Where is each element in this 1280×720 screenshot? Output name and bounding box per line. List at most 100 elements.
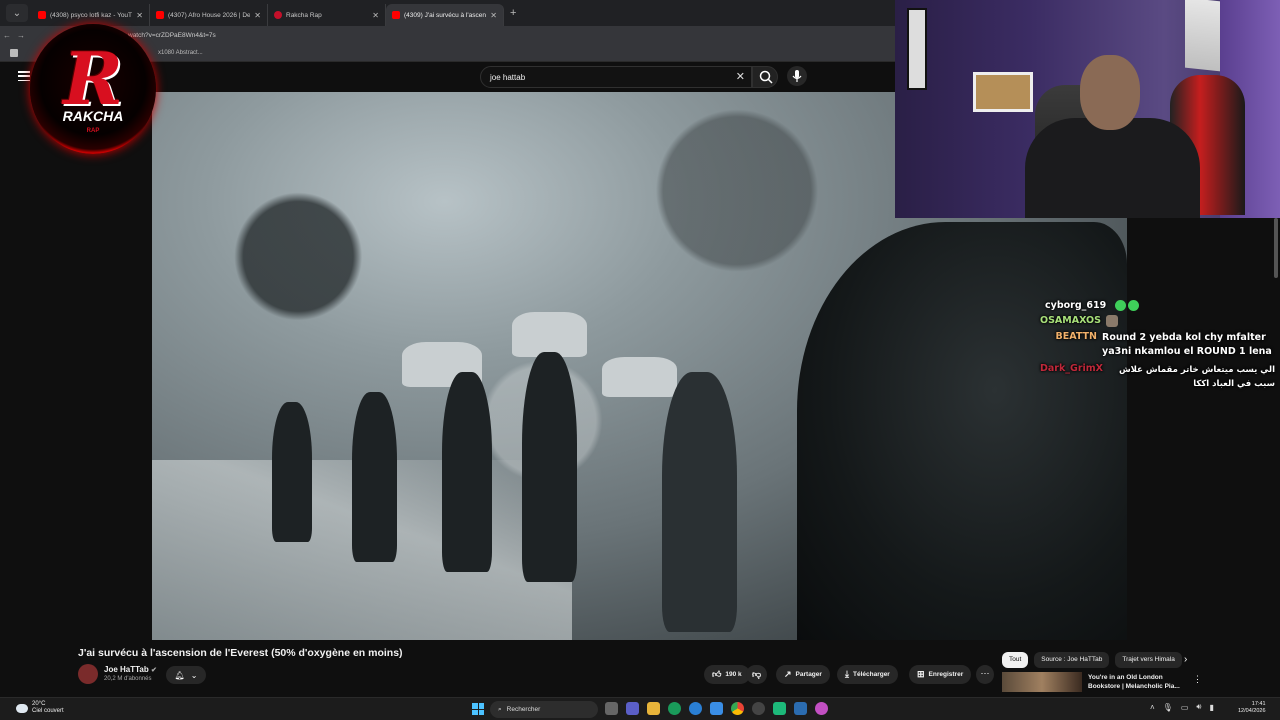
thumbs-down-icon: 👎︎ (752, 669, 762, 679)
browser-tab[interactable]: Rakcha Rap ✕ (268, 4, 386, 26)
video-porter (272, 402, 312, 542)
youtube-icon (392, 11, 400, 19)
windows-start-icon[interactable] (472, 703, 484, 715)
more-icon[interactable]: ⋮ (1193, 674, 1202, 685)
edge-icon[interactable] (668, 702, 681, 715)
chip-all[interactable]: Tout (1002, 652, 1029, 668)
save-button[interactable]: ⊞ Enregistrer (909, 665, 972, 684)
chevron-right-icon[interactable]: › (1184, 654, 1187, 665)
clock[interactable]: 17:41 12/04/2026 (1238, 701, 1266, 715)
close-icon[interactable]: ✕ (490, 11, 497, 20)
like-count: 190 k (725, 671, 742, 678)
chevron-down-icon: ⌄ (190, 670, 198, 680)
chat-badges (1115, 300, 1140, 311)
search-button[interactable] (752, 66, 778, 88)
streamer (1025, 118, 1200, 218)
network-icon[interactable]: ▭ (1181, 703, 1189, 712)
weather-temp: 20°C (32, 701, 46, 707)
weather-widget[interactable]: 20°C Ciel couvert (16, 701, 64, 715)
close-icon[interactable]: ✕ (372, 11, 379, 20)
search-placeholder: Rechercher (506, 706, 541, 713)
search-value: joe hattab (490, 72, 526, 82)
menu-icon[interactable] (18, 71, 30, 81)
wall-frame (973, 72, 1033, 112)
close-icon[interactable]: ✕ (136, 11, 143, 20)
taskbar-search[interactable]: ⌕ Rechercher (490, 701, 598, 718)
video-porter (352, 392, 397, 562)
chat-message: OSAMAXOS (1040, 315, 1275, 327)
edge-dev-icon[interactable] (689, 702, 702, 715)
app-icon[interactable] (815, 702, 828, 715)
browser-tab[interactable]: (4308) psyco lotfi kaz - YouTube ✕ (32, 4, 150, 26)
forward-icon[interactable]: → (14, 31, 28, 40)
tab-search-button[interactable]: ⌄ (6, 4, 28, 22)
more-options-button[interactable]: ⋯ (976, 665, 994, 684)
chat-message: BEATTN Round 2 yebda kol chy mfalter ya3… (1040, 331, 1275, 359)
chat-username: Dark_GrimX (1040, 363, 1104, 374)
wall-frame (907, 8, 927, 90)
screen: ⌄ (4308) psyco lotfi kaz - YouTube ✕ (43… (0, 0, 1280, 720)
app-icon[interactable] (794, 702, 807, 715)
back-icon[interactable]: ← (0, 31, 14, 40)
chat-overlay: cyborg_619 OSAMAXOS BEATTN Round 2 yebda… (1040, 300, 1275, 395)
subscriber-count: 20,2 M d'abonnés (104, 676, 152, 682)
file-explorer-icon[interactable] (647, 702, 660, 715)
recommendation-chips: Tout Source : Joe HaTTab Trajet vers Him… (1002, 652, 1182, 668)
clear-icon[interactable]: ✕ (736, 70, 745, 83)
teams-icon[interactable] (626, 702, 639, 715)
browser-tab[interactable]: (4307) Afro House 2026 | Deep ✕ (150, 4, 268, 26)
notification-bell-button[interactable]: 🔔︎ ⌄ (166, 666, 206, 684)
new-tab-icon[interactable]: + (510, 7, 516, 19)
chat-text: Round 2 yebda kol chy mfalter ya3ni nkam… (1102, 332, 1272, 357)
bell-icon: 🔔︎ (174, 670, 185, 680)
scrollbar[interactable] (1274, 218, 1278, 278)
chat-message: Dark_GrimX الي يسب ميتعاش خاتر مقماش علا… (1040, 363, 1275, 391)
chevron-up-icon[interactable]: ˄ (1150, 703, 1155, 712)
tab-title: (4309) J'ai survécu à l'ascension (404, 11, 486, 19)
channel-avatar[interactable] (78, 664, 98, 684)
windows-taskbar: 20°C Ciel couvert ⌕ Rechercher ˄ 🎙︎ ▭ 🔊︎ … (0, 697, 1280, 720)
chip-related[interactable]: Trajet vers Himala (1115, 652, 1182, 668)
bookmark-icon[interactable] (10, 48, 18, 57)
youtube-icon (156, 11, 164, 19)
app-icon[interactable] (752, 702, 765, 715)
channel-name[interactable]: Joe HaTTab ✔ (104, 665, 157, 674)
video-title: J'ai survécu à l'ascension de l'Everest … (78, 647, 403, 659)
store-icon[interactable] (710, 702, 723, 715)
weather-desc: Ciel couvert (32, 708, 64, 714)
task-view-icon[interactable] (605, 702, 618, 715)
chat-username: cyborg_619 (1045, 300, 1107, 311)
bookmark-icon: ⊞ (917, 669, 925, 679)
rakcha-icon (274, 11, 282, 19)
microphone-button[interactable] (787, 66, 807, 86)
like-button[interactable]: 👍︎ 190 k (704, 665, 750, 684)
download-icon: ⤓ (845, 669, 849, 679)
recommendation-title[interactable]: You're in an Old London Bookstore | Mela… (1088, 673, 1188, 691)
close-icon[interactable]: ✕ (254, 11, 261, 20)
video-porter-foreground (797, 222, 1127, 640)
video-info: J'ai survécu à l'ascension de l'Everest … (0, 640, 1280, 692)
browser-tab-active[interactable]: (4309) J'ai survécu à l'ascension ✕ (386, 4, 504, 26)
dislike-button[interactable]: 👎︎ (746, 665, 768, 684)
share-button[interactable]: ↗ Partager (776, 665, 830, 684)
save-label: Enregistrer (928, 671, 964, 678)
clock-date: 12/04/2026 (1238, 708, 1266, 714)
download-button[interactable]: ⤓ Télécharger (837, 665, 898, 684)
video-pack (602, 357, 677, 397)
recommendation-thumbnail[interactable] (1002, 672, 1082, 692)
volume-icon[interactable]: 🔊︎ (1196, 702, 1201, 712)
share-icon: ↗ (784, 669, 792, 679)
bookmark-item[interactable]: x1080 Abstract... (158, 50, 203, 56)
video-porter (442, 372, 492, 572)
system-tray: ˄ 🎙︎ ▭ 🔊︎ ▮ (1150, 702, 1214, 712)
chip-source[interactable]: Source : Joe HaTTab (1034, 652, 1110, 668)
taskbar-apps (605, 702, 828, 715)
chat-text: الي يسب ميتعاش خاتر مقماش علاش سبب في ال… (1118, 365, 1275, 389)
battery-icon[interactable]: ▮ (1209, 703, 1213, 712)
app-icon[interactable] (773, 702, 786, 715)
search-input[interactable]: joe hattab ✕ (480, 66, 752, 88)
microphone-icon[interactable]: 🎙︎ (1163, 703, 1173, 712)
chat-message: cyborg_619 (1040, 300, 1275, 311)
video-porter (522, 352, 577, 582)
chrome-icon[interactable] (731, 702, 744, 715)
